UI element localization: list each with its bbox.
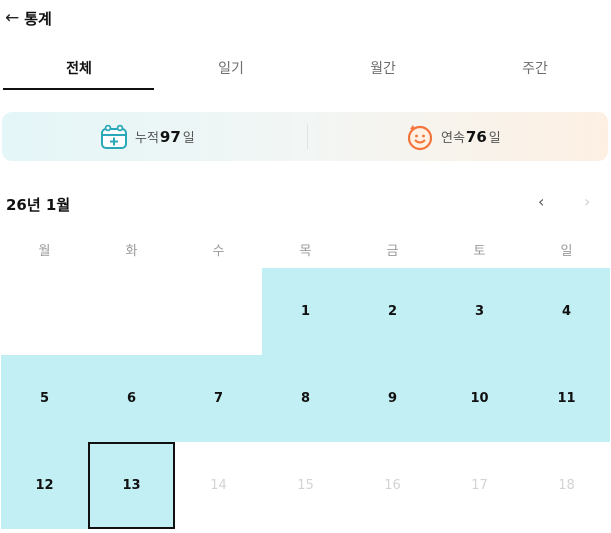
top-bar: ← 통계 bbox=[5, 6, 52, 30]
tab-weekly[interactable]: 주간 bbox=[459, 54, 611, 92]
total-unit: 일 bbox=[182, 131, 195, 146]
calendar-day[interactable]: 7 bbox=[175, 355, 262, 442]
stats-banner: 누적 97 일 연속 76 일 bbox=[2, 112, 608, 161]
smiling-face-icon bbox=[407, 124, 433, 150]
chevron-right-icon[interactable]: › bbox=[584, 192, 590, 211]
calendar-day[interactable]: 10 bbox=[436, 355, 523, 442]
streak-value: 76 bbox=[465, 127, 487, 146]
calendar-day[interactable]: 6 bbox=[88, 355, 175, 442]
weekday-label: 금 bbox=[386, 244, 399, 259]
calendar-day[interactable]: 1 bbox=[262, 268, 349, 355]
weekday-label: 토 bbox=[473, 244, 486, 259]
calendar-day[interactable]: 15 bbox=[262, 442, 349, 529]
weekday-label: 목 bbox=[299, 244, 312, 259]
tab-bar: 전체 일기 월간 주간 bbox=[0, 54, 611, 92]
total-label: 누적 bbox=[135, 131, 159, 146]
chevron-left-icon[interactable]: ‹ bbox=[538, 192, 544, 211]
calendar-day[interactable]: 14 bbox=[175, 442, 262, 529]
calendar-day[interactable]: 8 bbox=[262, 355, 349, 442]
calendar-day[interactable]: 4 bbox=[523, 268, 610, 355]
tab-all[interactable]: 전체 bbox=[3, 54, 155, 92]
calendar-day[interactable]: 2 bbox=[349, 268, 436, 355]
streak-days-stat: 연속 76 일 bbox=[405, 112, 501, 161]
calendar-month-label: 26년 1월 bbox=[6, 196, 71, 214]
calendar-day[interactable]: 17 bbox=[436, 442, 523, 529]
tab-diary[interactable]: 일기 bbox=[155, 54, 307, 92]
weekday-label: 월 bbox=[38, 244, 51, 259]
weekday-label: 일 bbox=[560, 244, 573, 259]
streak-label: 연속 bbox=[441, 131, 465, 146]
back-arrow-icon[interactable]: ← bbox=[5, 9, 19, 27]
active-tab-indicator bbox=[3, 88, 154, 90]
page-title: 통계 bbox=[24, 9, 52, 28]
calendar-day[interactable]: 16 bbox=[349, 442, 436, 529]
weekday-label: 수 bbox=[212, 244, 225, 259]
calendar-add-icon bbox=[101, 124, 127, 149]
calendar-day[interactable]: 5 bbox=[1, 355, 88, 442]
calendar-day[interactable]: 3 bbox=[436, 268, 523, 355]
calendar-day[interactable]: 12 bbox=[1, 442, 88, 529]
stats-divider bbox=[307, 124, 308, 149]
total-days-stat: 누적 97 일 bbox=[99, 112, 195, 161]
calendar-day[interactable]: 9 bbox=[349, 355, 436, 442]
weekday-label: 화 bbox=[125, 244, 138, 259]
streak-unit: 일 bbox=[488, 131, 501, 146]
calendar-day[interactable]: 11 bbox=[523, 355, 610, 442]
calendar-day-today[interactable]: 13 bbox=[88, 442, 175, 529]
total-value: 97 bbox=[159, 127, 181, 146]
tab-monthly[interactable]: 월간 bbox=[307, 54, 459, 92]
calendar-day[interactable]: 18 bbox=[523, 442, 610, 529]
